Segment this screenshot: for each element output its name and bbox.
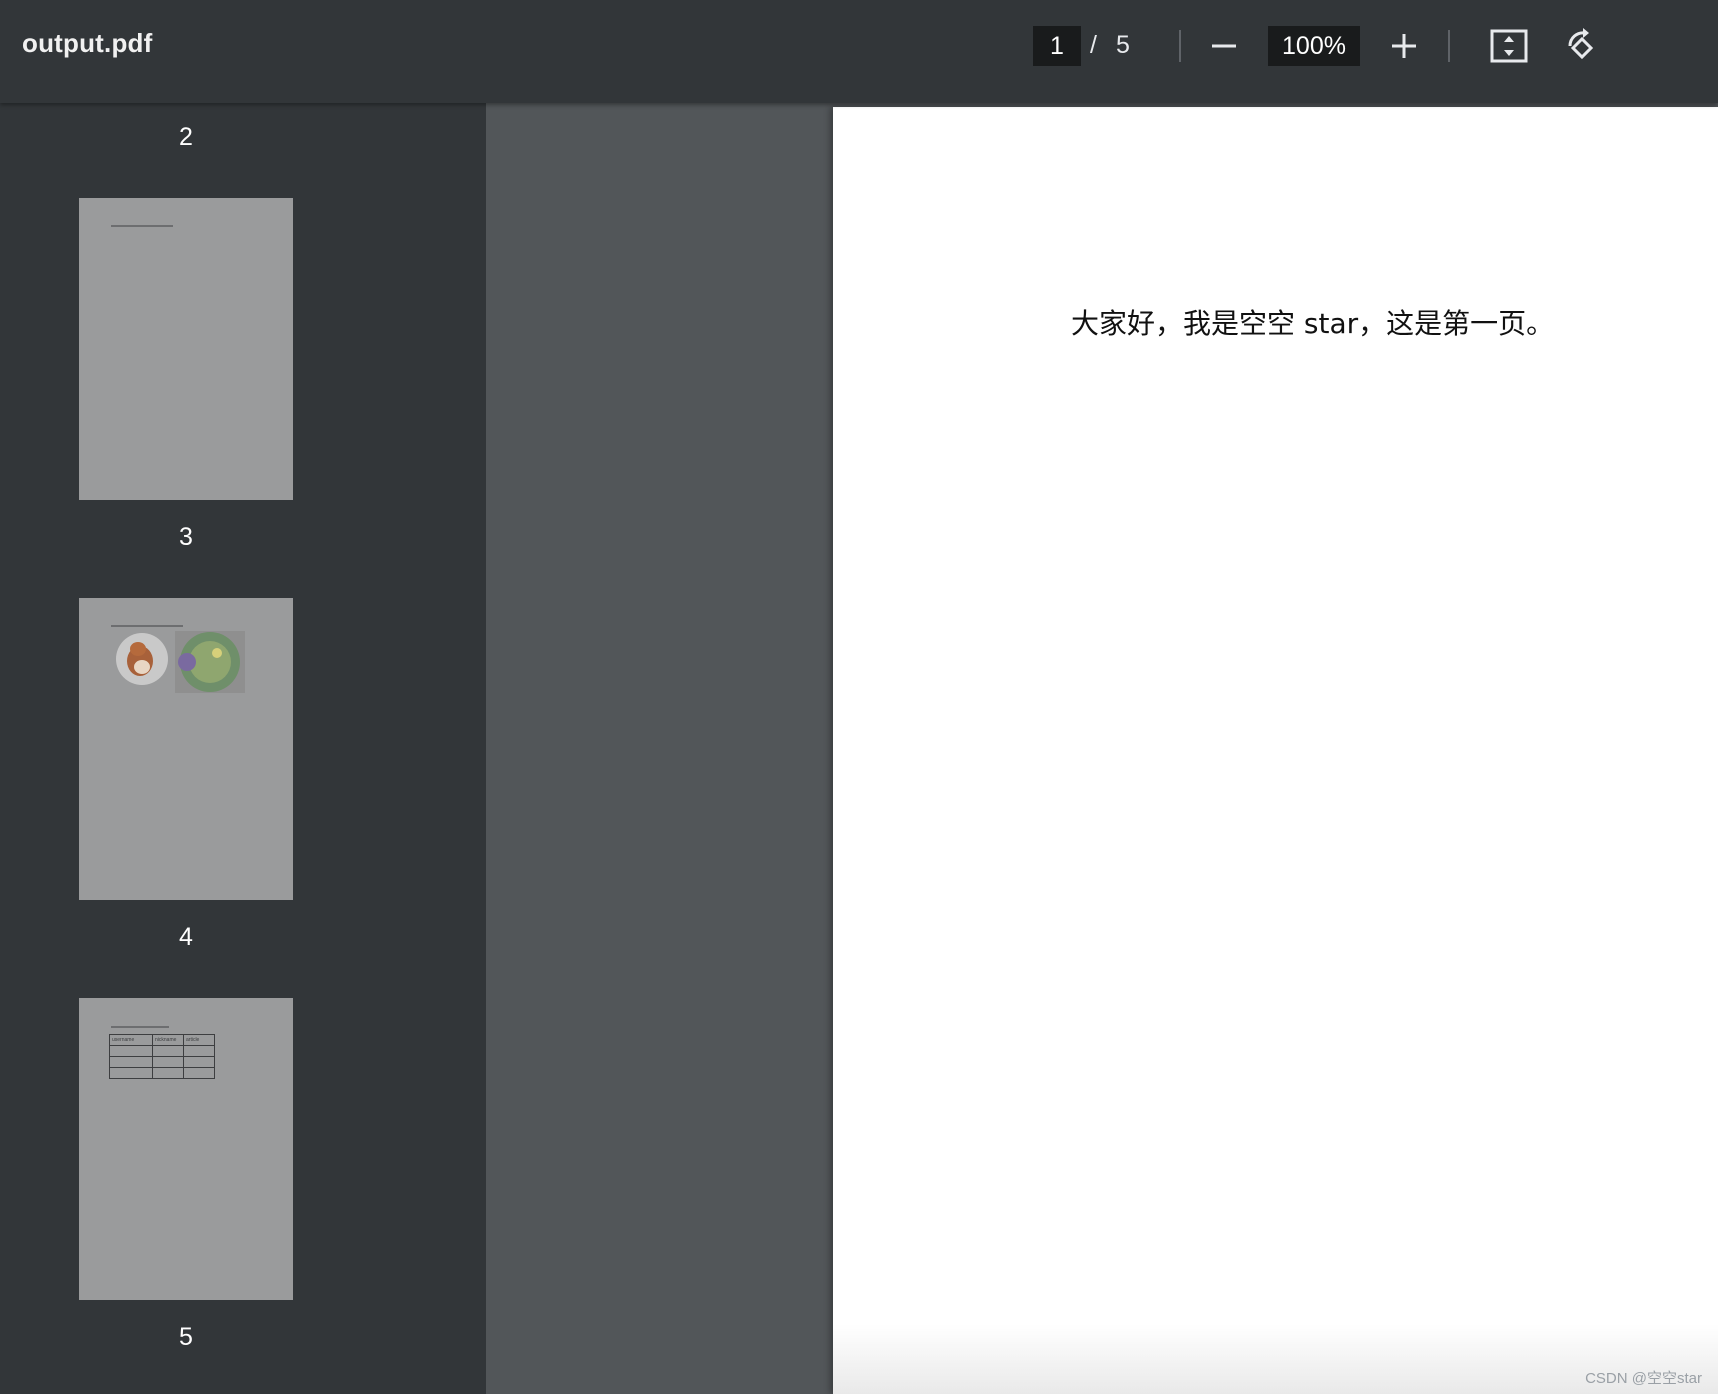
table-cell — [183, 1067, 215, 1079]
table-header-cell: article — [183, 1034, 215, 1046]
rotate-button[interactable] — [1559, 25, 1603, 67]
table-cell — [109, 1045, 153, 1057]
current-page-input[interactable]: 1 — [1033, 26, 1081, 66]
thumbnail-label: 4 — [179, 923, 193, 951]
thumbnail-label: 5 — [179, 1323, 193, 1351]
plate-image-thumbnail — [175, 631, 245, 693]
total-pages: 5 — [1116, 31, 1130, 59]
toolbar-divider — [1448, 30, 1450, 62]
dog-image-thumbnail — [116, 633, 168, 685]
page-body-text: 大家好，我是空空 star，这是第一页。 — [1071, 307, 1555, 340]
table-cell — [152, 1056, 184, 1068]
zoom-in-button[interactable] — [1382, 25, 1426, 67]
table-header-cell: nickname — [152, 1034, 184, 1046]
thumbnail-text-line — [111, 625, 183, 627]
table-cell — [152, 1067, 184, 1079]
pdf-page: 大家好，我是空空 star，这是第一页。 CSDN @空空star — [833, 107, 1718, 1394]
thumbnail-sidebar[interactable]: 2 3 4 username nickname article 5 — [0, 103, 486, 1394]
plus-icon — [1392, 34, 1416, 58]
table-cell — [152, 1045, 184, 1057]
rotate-icon — [1568, 28, 1594, 60]
toolbar: output.pdf 1 / 5 100% — [0, 0, 1718, 103]
table-cell — [183, 1056, 215, 1068]
zoom-out-button[interactable] — [1202, 25, 1246, 67]
fit-page-button[interactable] — [1487, 25, 1531, 67]
thumbnail-text-line — [111, 1026, 169, 1028]
table-cell — [109, 1056, 153, 1068]
thumbnail-label: 3 — [179, 523, 193, 551]
document-title: output.pdf — [22, 28, 153, 58]
thumbnail-text-line — [111, 225, 173, 227]
watermark: CSDN @空空star — [1585, 1370, 1702, 1387]
table-cell — [109, 1067, 153, 1079]
zoom-level-input[interactable]: 100% — [1268, 26, 1360, 66]
thumbnail-table: username nickname article — [109, 1034, 215, 1079]
toolbar-divider — [1179, 30, 1181, 62]
thumbnail-label: 2 — [179, 123, 193, 151]
thumbnail-page-4[interactable] — [79, 598, 293, 900]
page-separator: / — [1090, 31, 1097, 59]
thumbnail-page-3[interactable] — [79, 198, 293, 500]
table-header-cell: username — [109, 1034, 153, 1046]
thumbnail-page-5[interactable]: username nickname article — [79, 998, 293, 1300]
table-cell — [183, 1045, 215, 1057]
minus-icon — [1212, 44, 1236, 48]
fit-page-icon — [1490, 29, 1528, 63]
